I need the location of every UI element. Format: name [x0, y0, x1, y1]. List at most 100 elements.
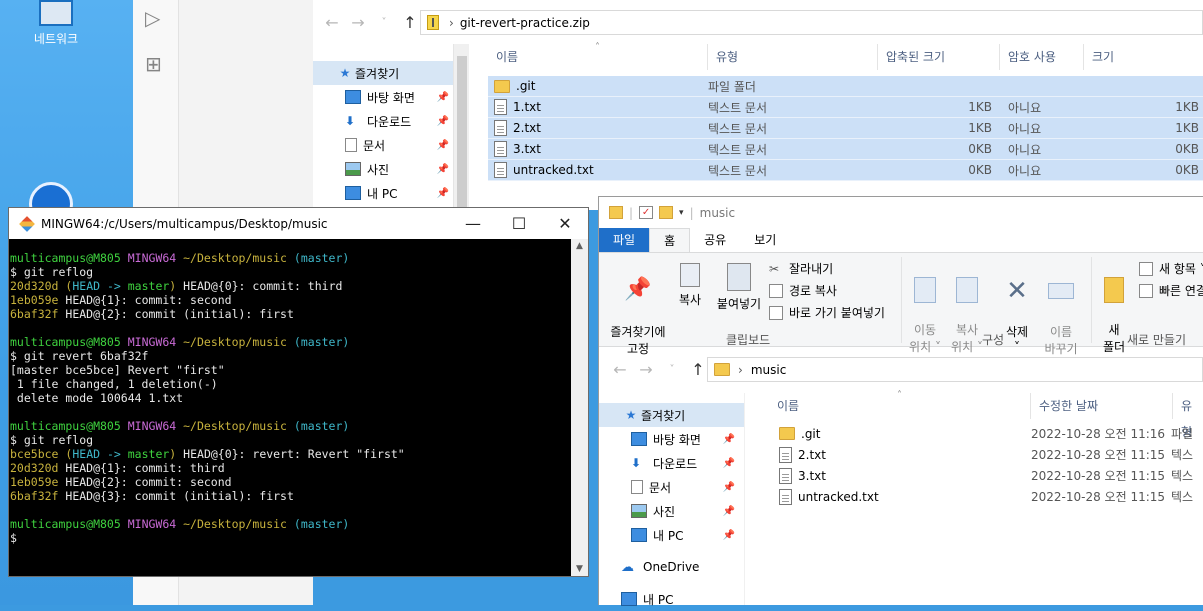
- picture-icon: [345, 162, 361, 176]
- zip-address-bar[interactable]: › git-revert-practice.zip: [420, 10, 1203, 35]
- column-packed-size[interactable]: 압축된 크기: [878, 44, 1000, 70]
- star-icon: ★: [625, 408, 637, 422]
- copy-button[interactable]: 복사: [673, 263, 707, 308]
- music-sidebar-pictures[interactable]: 사진 📌: [599, 499, 739, 523]
- music-sidebar-desktop[interactable]: 바탕 화면 📌: [599, 427, 739, 451]
- folder-icon: [779, 427, 795, 440]
- music-sidebar-this-pc[interactable]: 내 PC 📌: [599, 523, 739, 547]
- sidebar-item-label: 다운로드: [653, 456, 698, 471]
- column-date-modified[interactable]: 수정한 날짜: [1031, 393, 1173, 419]
- ref-arrow: ->: [100, 447, 128, 461]
- music-address-bar[interactable]: › music: [707, 357, 1203, 382]
- prompt-path: ~/Desktop/music: [183, 335, 287, 349]
- terminal-scrollbar[interactable]: ▲ ▼: [571, 239, 588, 576]
- forward-arrow-icon[interactable]: →: [633, 360, 659, 379]
- column-password[interactable]: 암호 사용: [1000, 44, 1084, 70]
- pin-icon[interactable]: 📌: [723, 506, 735, 517]
- zip-sidebar-downloads[interactable]: ⬇ 다운로드 📌: [313, 109, 453, 133]
- music-sidebar-documents[interactable]: 문서 📌: [599, 475, 739, 499]
- tab-share[interactable]: 공유: [690, 228, 740, 252]
- back-arrow-icon[interactable]: ←: [319, 13, 345, 32]
- maximize-icon[interactable]: ☐: [496, 208, 542, 239]
- prompt-branch: (master): [293, 517, 350, 531]
- paste-shortcut-icon: [769, 305, 783, 320]
- pin-icon[interactable]: 📌: [437, 140, 449, 151]
- extensions-icon[interactable]: ⊞: [145, 52, 162, 76]
- recent-chevron-icon[interactable]: ˅: [371, 17, 397, 28]
- zip-sidebar-this-pc[interactable]: 내 PC 📌: [313, 181, 453, 205]
- rename-button[interactable]: 이름 바꾸기: [1039, 263, 1083, 357]
- close-icon[interactable]: ✕: [542, 208, 588, 239]
- list-item[interactable]: 3.txt 2022-10-28 오전 11:15 텍스: [775, 465, 1203, 486]
- paste-shortcut-button[interactable]: 바로 가기 붙여넣기: [769, 304, 885, 321]
- zip-sidebar-desktop[interactable]: 바탕 화면 📌: [313, 85, 453, 109]
- pin-icon[interactable]: 📌: [437, 164, 449, 175]
- download-icon: ⬇: [345, 114, 356, 128]
- quick-access-dropdown-icon[interactable]: ▾: [679, 208, 684, 218]
- recent-chevron-icon[interactable]: ˅: [659, 364, 685, 375]
- file-date: 2022-10-28 오전 11:16: [1031, 427, 1166, 441]
- zip-sidebar-documents[interactable]: 문서 📌: [313, 133, 453, 157]
- terminal-output[interactable]: multicampus@M805 MINGW64 ~/Desktop/music…: [9, 239, 571, 576]
- desktop-network-shortcut[interactable]: 네트워크: [24, 0, 88, 47]
- easy-access-button[interactable]: 빠른 연결: [1139, 282, 1203, 299]
- copy-to-button[interactable]: 복사 위치 ˅: [947, 263, 987, 355]
- back-arrow-icon[interactable]: ←: [607, 360, 633, 379]
- terminal-line: [master bce5bce] Revert "first": [10, 363, 571, 377]
- move-to-button[interactable]: 이동 위치 ˅: [905, 263, 945, 355]
- text-file-icon: [494, 141, 507, 157]
- zip-nav-scrollbar[interactable]: [453, 44, 469, 216]
- zip-sidebar-favorites[interactable]: ★ 즐겨찾기: [313, 61, 453, 85]
- cut-button[interactable]: ✂ 잘라내기: [769, 260, 833, 277]
- scrollbar-thumb[interactable]: [457, 56, 467, 216]
- zip-sidebar-pictures[interactable]: 사진 📌: [313, 157, 453, 181]
- music-sidebar-this-pc-root[interactable]: 내 PC: [599, 587, 739, 611]
- sidebar-item-label: 다운로드: [367, 114, 412, 129]
- properties-icon[interactable]: ✓: [639, 206, 654, 219]
- table-row[interactable]: 2.txt 텍스트 문서 1KB 아니요 1KB: [488, 118, 1203, 139]
- scroll-down-icon[interactable]: ▼: [571, 564, 588, 574]
- music-sidebar-downloads[interactable]: ⬇ 다운로드 📌: [599, 451, 739, 475]
- copy-to-icon: [956, 277, 978, 303]
- file-date: 2022-10-28 오전 11:15: [1031, 469, 1166, 483]
- new-folder-quick-icon[interactable]: [659, 206, 674, 219]
- pin-icon[interactable]: 📌: [723, 482, 735, 493]
- run-debug-icon[interactable]: ▷: [145, 6, 160, 30]
- pc-icon: [631, 528, 647, 542]
- copy-icon: [680, 263, 700, 287]
- table-row[interactable]: 3.txt 텍스트 문서 0KB 아니요 0KB: [488, 139, 1203, 160]
- pin-icon[interactable]: 📌: [723, 458, 735, 469]
- new-item-button[interactable]: 새 항목 ˅: [1139, 260, 1203, 277]
- minimize-icon[interactable]: —: [450, 208, 496, 239]
- new-folder-button[interactable]: 새 폴더: [1097, 263, 1131, 355]
- table-row[interactable]: 1.txt 텍스트 문서 1KB 아니요 1KB: [488, 97, 1203, 118]
- file-name: untracked.txt: [513, 163, 594, 177]
- scroll-up-icon[interactable]: ▲: [571, 241, 588, 251]
- list-item[interactable]: 2.txt 2022-10-28 오전 11:15 텍스: [775, 444, 1203, 465]
- table-row[interactable]: .git 파일 폴더: [488, 76, 1203, 97]
- pin-icon[interactable]: 📌: [437, 116, 449, 127]
- music-sidebar-favorites[interactable]: ★ 즐겨찾기: [599, 403, 744, 427]
- pin-icon[interactable]: 📌: [437, 92, 449, 103]
- list-item[interactable]: .git 2022-10-28 오전 11:16 파일: [775, 423, 1203, 444]
- column-type[interactable]: 유형: [708, 44, 878, 70]
- column-type[interactable]: 유형: [1173, 393, 1203, 439]
- new-item-icon: [1139, 261, 1153, 276]
- new-group-label: 새로 만들기: [1127, 333, 1187, 347]
- pin-icon[interactable]: 📌: [723, 434, 735, 445]
- list-item[interactable]: untracked.txt 2022-10-28 오전 11:15 텍스: [775, 486, 1203, 507]
- tab-view[interactable]: 보기: [740, 228, 790, 252]
- pin-icon[interactable]: 📌: [723, 530, 735, 541]
- tab-home[interactable]: 홈: [649, 228, 691, 252]
- music-sidebar-onedrive[interactable]: ☁ OneDrive: [599, 555, 739, 579]
- column-size[interactable]: 크기: [1084, 44, 1203, 70]
- terminal-line: 20d320d (HEAD -> master) HEAD@{0}: commi…: [10, 279, 571, 293]
- paste-button[interactable]: 붙여넣기: [711, 263, 767, 312]
- tab-file[interactable]: 파일: [599, 228, 650, 252]
- table-row[interactable]: untracked.txt 텍스트 문서 0KB 아니요 0KB: [488, 160, 1203, 181]
- terminal-title: MINGW64:/c/Users/multicampus/Desktop/mus…: [41, 216, 328, 231]
- pin-icon[interactable]: 📌: [437, 188, 449, 199]
- copy-path-button[interactable]: 경로 복사: [769, 282, 837, 299]
- forward-arrow-icon[interactable]: →: [345, 13, 371, 32]
- pin-to-quick-access-button[interactable]: 📌 즐겨찾기에 고정: [605, 263, 671, 357]
